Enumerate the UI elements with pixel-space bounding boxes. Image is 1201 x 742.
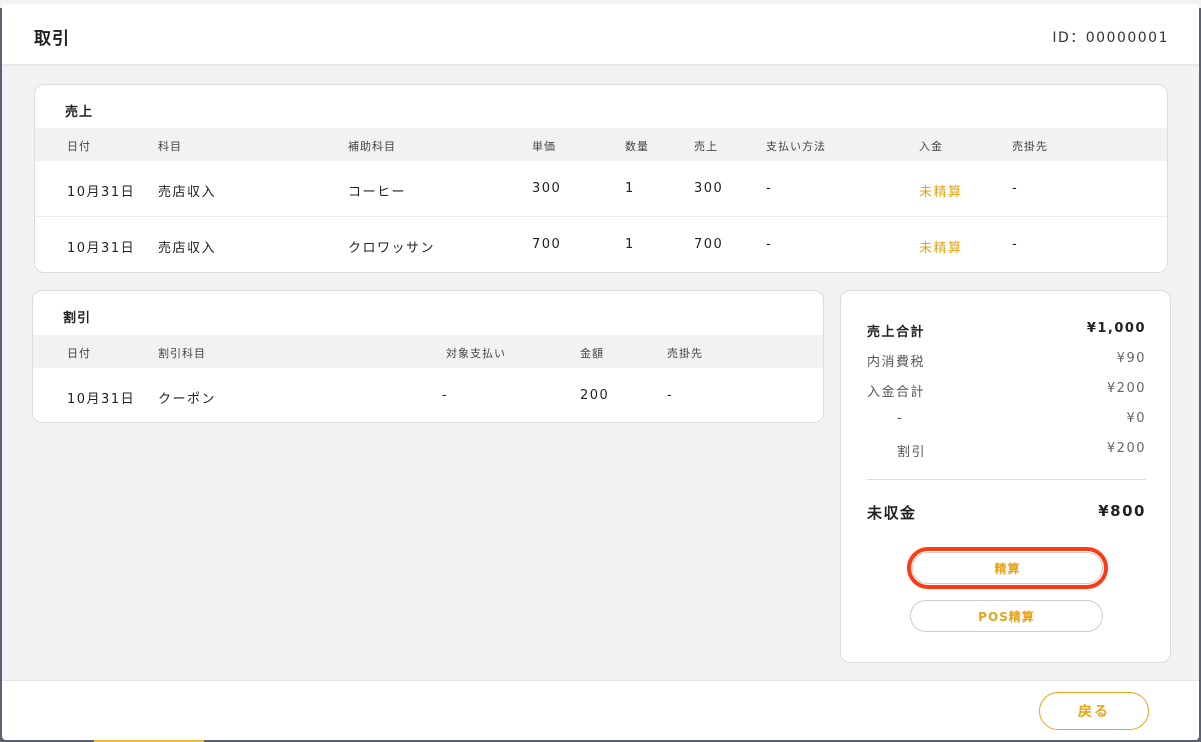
paid-sub-value: ¥0 (1126, 411, 1146, 426)
paid-total-label: 入金合計 (867, 385, 926, 400)
sales-card: 売上 日付 科目 補助科目 単価 数量 売上 支払い方法 入金 売掛先 10月3… (34, 84, 1168, 273)
cell-payment-method: - (766, 181, 773, 196)
cell-receivable: - (1012, 181, 1019, 196)
cell-sales: 300 (694, 181, 724, 196)
sales-total-value: ¥1,000 (1086, 321, 1146, 336)
discount-col-amount: 金額 (580, 347, 604, 360)
sales-col-date: 日付 (67, 140, 91, 153)
cell-subaccount: クロワッサン (348, 241, 436, 256)
sales-table-header: 日付 科目 補助科目 単価 数量 売上 支払い方法 入金 売掛先 (35, 128, 1167, 161)
discount-col-account: 割引科目 (158, 347, 206, 360)
transaction-modal: 取引 ID：00000001 売上 日付 科目 補助科目 単価 数量 売上 支払… (2, 4, 1199, 740)
cell-target-payment: - (442, 388, 449, 403)
discount-card: 割引 日付 割引科目 対象支払い 金額 売掛先 10月31日 クーポン - 20… (32, 290, 824, 423)
sales-col-unit-price: 単価 (532, 140, 556, 153)
back-button[interactable]: 戻る (1039, 692, 1149, 730)
sales-card-title: 売上 (65, 105, 94, 120)
cell-receivable: - (1012, 237, 1019, 252)
discount-col-date: 日付 (67, 347, 91, 360)
cell-sales: 700 (694, 237, 724, 252)
cell-date: 10月31日 (67, 392, 136, 407)
unpaid-value: ¥800 (1098, 502, 1146, 520)
modal-footer: 戻る (2, 680, 1199, 740)
modal-title: 取引 (34, 29, 70, 49)
discount-sub-value: ¥200 (1106, 441, 1146, 456)
cell-quantity: 1 (625, 181, 635, 196)
cell-discount-account: クーポン (158, 392, 217, 407)
summary-divider (867, 479, 1146, 480)
cell-unit-price: 700 (532, 237, 562, 252)
tax-value: ¥90 (1116, 351, 1146, 366)
cell-account: 売店収入 (158, 185, 217, 200)
tax-label: 内消費税 (867, 355, 926, 370)
sales-col-account: 科目 (158, 140, 182, 153)
summary-card: 売上合計 ¥1,000 内消費税 ¥90 入金合計 ¥200 - ¥0 割引 ¥… (840, 290, 1171, 663)
sales-col-subaccount: 補助科目 (348, 140, 396, 153)
discount-card-title: 割引 (63, 311, 92, 326)
sales-col-receivable: 売掛先 (1012, 140, 1048, 153)
cell-unit-price: 300 (532, 181, 562, 196)
sales-col-quantity: 数量 (625, 140, 649, 153)
sales-col-deposit: 入金 (919, 140, 943, 153)
paid-sub-label: - (897, 411, 904, 426)
discount-sub-label: 割引 (897, 445, 927, 460)
sales-col-sales: 売上 (694, 140, 718, 153)
table-row[interactable]: 10月31日 売店収入 クロワッサン 700 1 700 - 未精算 - (35, 217, 1167, 272)
discount-table-header: 日付 割引科目 対象支払い 金額 売掛先 (33, 335, 823, 368)
discount-col-receivable: 売掛先 (667, 347, 703, 360)
table-row[interactable]: 10月31日 売店収入 コーヒー 300 1 300 - 未精算 - (35, 161, 1167, 217)
cell-account: 売店収入 (158, 241, 217, 256)
discount-col-target-payment: 対象支払い (446, 347, 506, 360)
cell-deposit-status: 未精算 (919, 241, 963, 256)
sales-col-payment-method: 支払い方法 (766, 140, 826, 153)
sales-total-label: 売上合計 (867, 325, 926, 340)
cell-amount: 200 (580, 388, 610, 403)
pos-settle-button[interactable]: POS精算 (910, 600, 1103, 632)
paid-total-value: ¥200 (1106, 381, 1146, 396)
transaction-id: ID：00000001 (1052, 30, 1169, 46)
unpaid-label: 未収金 (867, 504, 917, 522)
cell-payment-method: - (766, 237, 773, 252)
settle-button[interactable]: 精算 (912, 552, 1103, 584)
modal-header: 取引 ID：00000001 (2, 4, 1199, 64)
cell-deposit-status: 未精算 (919, 185, 963, 200)
cell-subaccount: コーヒー (348, 185, 407, 200)
cell-receivable: - (667, 388, 674, 403)
table-row[interactable]: 10月31日 クーポン - 200 - (33, 368, 823, 422)
cell-date: 10月31日 (67, 185, 136, 200)
cell-quantity: 1 (625, 237, 635, 252)
cell-date: 10月31日 (67, 241, 136, 256)
